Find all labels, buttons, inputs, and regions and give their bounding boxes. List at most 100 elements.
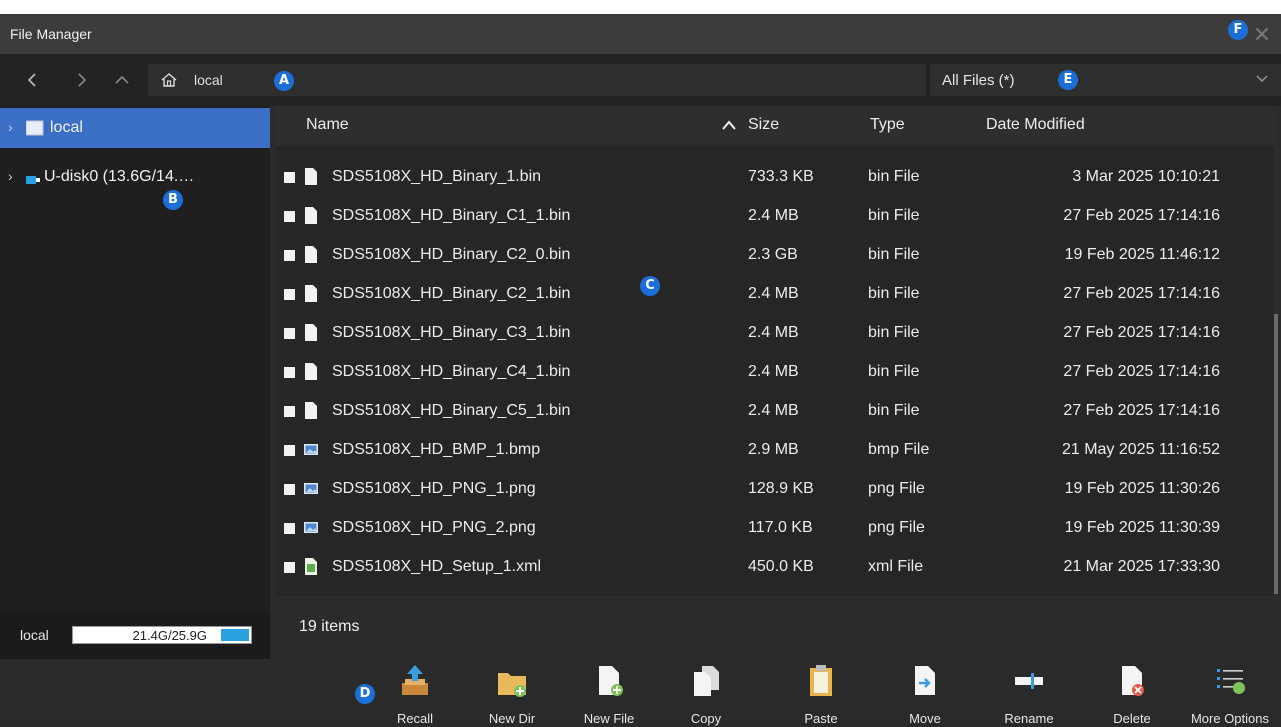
paste-icon (810, 665, 832, 696)
paste-button[interactable]: Paste (779, 659, 863, 727)
status-bar: 19 items (276, 596, 1281, 651)
column-date[interactable]: Date Modified (986, 116, 1085, 134)
table-row[interactable]: SDS5108X_HD_BMP_1.bmp 2.9 MB bmp File 21 Ma… (276, 430, 1276, 469)
table-row[interactable]: SDS5108X_HD_Binary_C5_1.bin 2.4 MB bin Fil… (276, 391, 1276, 430)
paste-label: Paste (804, 711, 838, 726)
file-date: 27 Feb 2025 17:14:16 (1063, 207, 1220, 224)
file-type: bin File (868, 363, 920, 380)
file-icon (305, 324, 317, 341)
file-name: SDS5108X_HD_Binary_C1_1.bin (332, 207, 571, 224)
back-button[interactable] (20, 68, 44, 92)
row-checkbox[interactable] (284, 328, 295, 339)
row-checkbox[interactable] (284, 211, 295, 222)
row-checkbox[interactable] (284, 406, 295, 417)
row-checkbox[interactable] (284, 523, 295, 534)
move-label: Move (909, 711, 941, 726)
xml-file-icon (305, 558, 317, 575)
table-row[interactable]: SDS5108X_HD_Binary_C1_1.bin 2.4 MB bin Fil… (276, 196, 1276, 235)
table-row[interactable]: SDS5108X_HD_Setup_1.xml 450.0 KB xml File 2… (276, 547, 1276, 586)
scrollbar-thumb[interactable] (1274, 314, 1278, 594)
file-type: bin File (868, 285, 920, 302)
table-row[interactable]: SDS5108X_HD_Binary_C3_1.bin 2.4 MB bin Fil… (276, 313, 1276, 352)
expand-arrow-icon[interactable]: › (8, 119, 20, 135)
row-checkbox[interactable] (284, 445, 295, 456)
file-date: 21 May 2025 11:16:52 (1061, 441, 1220, 458)
file-size: 2.4 MB (748, 324, 799, 341)
column-type[interactable]: Type (870, 116, 905, 134)
recall-button[interactable]: Recall (373, 659, 457, 727)
delete-button[interactable]: Delete (1090, 659, 1174, 727)
file-icon (305, 207, 317, 224)
new-file-icon (599, 666, 623, 696)
new-dir-button[interactable]: New Dir (470, 659, 554, 727)
forward-button[interactable] (70, 68, 94, 92)
row-checkbox[interactable] (284, 289, 295, 300)
file-date: 27 Feb 2025 17:14:16 (1063, 324, 1220, 341)
new-file-button[interactable]: New File (567, 659, 651, 727)
file-icon (305, 363, 317, 380)
table-row[interactable]: SDS5108X_HD_PNG_1.png 128.9 KB png File 19 … (276, 469, 1276, 508)
path-text: local (194, 72, 223, 88)
file-size: 450.0 KB (748, 558, 814, 575)
row-checkbox[interactable] (284, 250, 295, 261)
callout-marker-e: E (1058, 70, 1078, 90)
table-row[interactable]: SDS5108X_HD_PNG_2.png 117.0 KB png File 19 … (276, 508, 1276, 547)
row-checkbox[interactable] (284, 562, 295, 573)
row-checkbox[interactable] (284, 484, 295, 495)
tree-item-u-disk0[interactable]: › U-disk0 (13.6G/14.… (0, 160, 270, 200)
drive-icon (26, 120, 44, 136)
file-name: SDS5108X_HD_Setup_1.xml (332, 558, 542, 575)
file-type: png File (868, 480, 925, 497)
storage-usage-text: 21.4G/25.9G (132, 628, 207, 643)
table-row[interactable]: SDS5108X_HD_Binary_C2_1.bin 2.4 MB bin Fil… (276, 274, 1276, 313)
sort-ascending-icon[interactable] (722, 120, 736, 130)
chevron-left-icon (27, 73, 36, 87)
file-icon (305, 246, 317, 263)
up-button[interactable] (110, 68, 134, 92)
file-size: 2.4 MB (748, 207, 799, 224)
copy-button[interactable]: Copy (664, 659, 748, 727)
copy-label: Copy (690, 711, 722, 726)
more-options-button[interactable]: More Options (1188, 659, 1272, 727)
file-name: SDS5108X_HD_PNG_2.png (332, 519, 536, 536)
file-name: SDS5108X_HD_Binary_C5_1.bin (332, 402, 571, 419)
rename-button[interactable]: Rename (987, 659, 1071, 727)
file-date: 3 Mar 2025 10:10:21 (1072, 168, 1220, 185)
column-size[interactable]: Size (748, 116, 779, 134)
delete-label: Delete (1113, 711, 1151, 726)
file-date: 19 Feb 2025 11:30:39 (1064, 519, 1220, 536)
column-name[interactable]: Name (306, 116, 349, 134)
image-file-icon (304, 483, 318, 494)
title-bar: File Manager ✕ (0, 14, 1281, 54)
storage-fill (221, 629, 249, 641)
file-name: SDS5108X_HD_Binary_C4_1.bin (332, 363, 571, 380)
file-size: 2.9 MB (748, 441, 799, 458)
file-type: bin File (868, 402, 920, 419)
tree-item-local[interactable]: › local (0, 108, 270, 148)
table-row[interactable]: SDS5108X_HD_Binary_C2_0.bin 2.3 GB bin Fil… (276, 235, 1276, 274)
file-size: 117.0 KB (748, 519, 813, 536)
path-field[interactable]: local (148, 64, 926, 96)
move-button[interactable]: Move (883, 659, 967, 727)
image-file-icon (304, 444, 318, 455)
new-file-label: New File (583, 711, 635, 726)
delete-icon (1122, 666, 1144, 696)
item-count: 19 items (299, 618, 360, 635)
image-file-icon (304, 522, 318, 533)
file-filter-select[interactable]: All Files (*) (930, 64, 1281, 96)
table-row[interactable]: SDS5108X_HD_Binary_C4_1.bin 2.4 MB bin Fil… (276, 352, 1276, 391)
row-checkbox[interactable] (284, 367, 295, 378)
file-manager-window: File Manager ✕ local All Files (*) › loc… (0, 14, 1281, 727)
new-folder-icon (498, 673, 526, 697)
close-icon[interactable]: ✕ (1249, 22, 1275, 48)
file-name: SDS5108X_HD_Binary_C2_1.bin (332, 285, 571, 302)
expand-arrow-icon[interactable]: › (8, 168, 20, 184)
row-checkbox[interactable] (284, 172, 295, 183)
table-row[interactable]: SDS5108X_HD_Binary_1.bin 733.3 KB bin File… (276, 157, 1276, 196)
callout-marker-c: C (640, 276, 660, 296)
move-icon (915, 666, 935, 695)
recall-label: Recall (396, 711, 434, 726)
file-filter-value: All Files (*) (942, 72, 1015, 89)
storage-bar: 21.4G/25.9G (72, 626, 252, 644)
window-title: File Manager (10, 26, 92, 42)
